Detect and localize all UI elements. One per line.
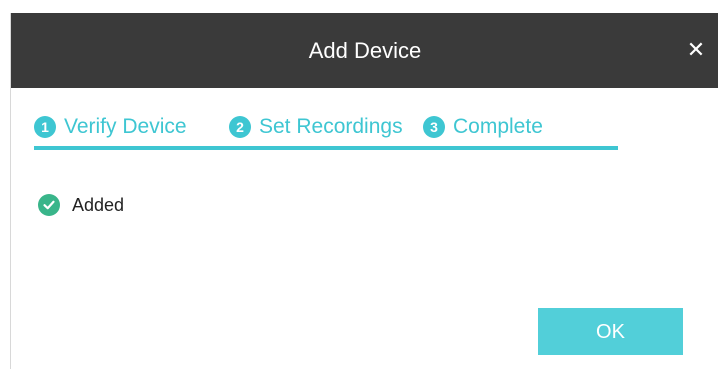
step-number-1: 1 [34, 116, 56, 138]
step-number-2: 2 [229, 116, 251, 138]
status-text: Added [72, 194, 125, 215]
step-label: Complete [453, 115, 543, 138]
dialog-title: Add Device [308, 38, 422, 63]
step-verify-device[interactable]: 1 Verify Device [34, 112, 187, 142]
dialog-titlebar: Add Device ✕ [11, 13, 718, 88]
step-label: Verify Device [64, 115, 187, 138]
step-label: Set Recordings [259, 115, 403, 138]
step-complete[interactable]: 3 Complete [423, 112, 543, 142]
close-icon[interactable]: ✕ [683, 35, 709, 65]
added-status: Added [38, 193, 124, 217]
wizard-progress-line [34, 146, 618, 150]
step-number-3: 3 [423, 116, 445, 138]
ok-button[interactable]: OK [538, 308, 683, 355]
step-set-recordings[interactable]: 2 Set Recordings [229, 112, 403, 142]
check-circle-icon [38, 194, 60, 216]
